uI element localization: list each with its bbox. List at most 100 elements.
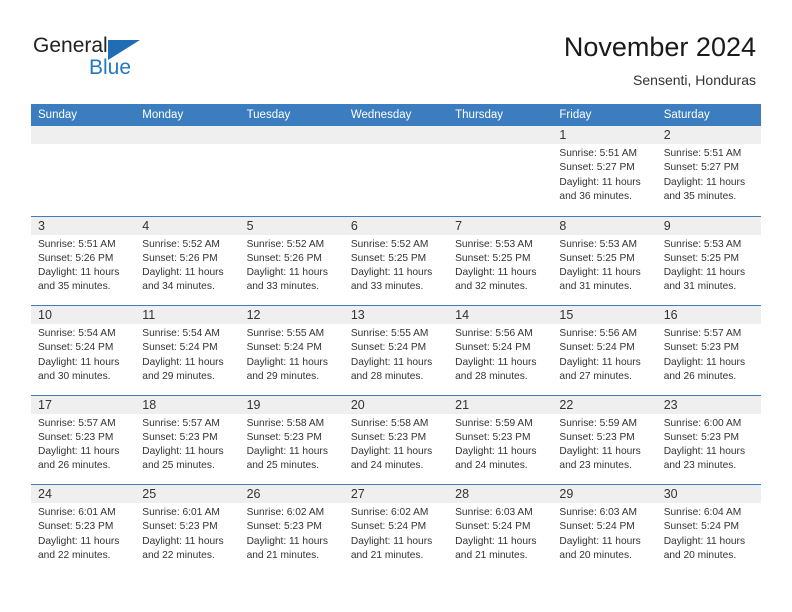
day-number-band: 8 bbox=[552, 216, 657, 235]
day-details: Sunrise: 6:02 AM Sunset: 5:23 PM Daylight:… bbox=[240, 503, 344, 563]
calendar-day-cell[interactable]: 16 Sunrise: 5:57 AM Sunset: 5:23 PM Dayligh… bbox=[656, 306, 761, 395]
sunset-time: Sunset: 5:24 PM bbox=[559, 342, 635, 354]
sunset-time: Sunset: 5:24 PM bbox=[142, 342, 218, 354]
calendar-week-row: 1 Sunrise: 5:51 AM Sunset: 5:27 PM Daylight… bbox=[31, 126, 761, 216]
calendar-day-cell[interactable]: 2 Sunrise: 5:51 AM Sunset: 5:27 PM Daylight… bbox=[656, 126, 761, 216]
calendar-day-cell[interactable]: 14 Sunrise: 5:56 AM Sunset: 5:24 PM Dayligh… bbox=[448, 306, 553, 395]
calendar-day-cell[interactable]: 5 Sunrise: 5:52 AM Sunset: 5:26 PM Daylight… bbox=[239, 216, 344, 305]
day-details: Sunrise: 5:57 AM Sunset: 5:23 PM Daylight:… bbox=[135, 414, 239, 474]
day-number-band: 4 bbox=[135, 216, 240, 235]
daylight-duration-line1: Daylight: 11 hours bbox=[663, 356, 746, 368]
sunset-time: Sunset: 5:25 PM bbox=[559, 252, 635, 264]
day-number-band: 5 bbox=[239, 216, 344, 235]
sunset-time: Sunset: 5:27 PM bbox=[559, 162, 635, 174]
calendar-day-cell[interactable]: 26 Sunrise: 6:02 AM Sunset: 5:23 PM Dayligh… bbox=[239, 485, 344, 574]
sunrise-time: Sunrise: 5:57 AM bbox=[142, 417, 220, 429]
calendar-day-cell[interactable]: 30 Sunrise: 6:04 AM Sunset: 5:24 PM Dayligh… bbox=[656, 485, 761, 574]
daylight-duration-line2: and 35 minutes. bbox=[38, 281, 111, 293]
page-subtitle: Sensenti, Honduras bbox=[633, 72, 756, 88]
day-number-band: 16 bbox=[656, 306, 761, 324]
calendar-day-cell[interactable]: 9 Sunrise: 5:53 AM Sunset: 5:25 PM Daylight… bbox=[656, 216, 761, 305]
sunset-time: Sunset: 5:23 PM bbox=[38, 431, 114, 443]
daylight-duration-line1: Daylight: 11 hours bbox=[663, 176, 746, 188]
day-number: 7 bbox=[455, 218, 463, 233]
sunrise-time: Sunrise: 5:55 AM bbox=[350, 328, 429, 339]
calendar-day-cell[interactable]: 29 Sunrise: 6:03 AM Sunset: 5:24 PM Dayligh… bbox=[552, 485, 657, 574]
day-details: Sunrise: 5:58 AM Sunset: 5:23 PM Daylight:… bbox=[344, 414, 448, 474]
calendar-day-cell[interactable]: 11 Sunrise: 5:54 AM Sunset: 5:24 PM Dayligh… bbox=[135, 306, 240, 395]
calendar-day-cell[interactable]: 23 Sunrise: 6:00 AM Sunset: 5:23 PM Dayligh… bbox=[656, 395, 761, 484]
sunset-time: Sunset: 5:25 PM bbox=[455, 252, 531, 264]
calendar-day-cell[interactable]: 3 Sunrise: 5:51 AM Sunset: 5:26 PM Daylight… bbox=[31, 216, 136, 305]
day-details: Sunrise: 5:52 AM Sunset: 5:25 PM Daylight:… bbox=[344, 235, 448, 295]
day-number-band: 26 bbox=[239, 485, 344, 503]
calendar-day-cell[interactable]: 22 Sunrise: 5:59 AM Sunset: 5:23 PM Dayligh… bbox=[552, 395, 657, 484]
sunrise-time: Sunrise: 5:59 AM bbox=[559, 417, 637, 429]
day-details: Sunrise: 5:56 AM Sunset: 5:24 PM Daylight:… bbox=[552, 324, 656, 384]
daylight-duration-line2: and 34 minutes. bbox=[142, 281, 215, 293]
daylight-duration-line1: Daylight: 11 hours bbox=[663, 446, 746, 458]
calendar-day-cell[interactable]: 10 Sunrise: 5:54 AM Sunset: 5:24 PM Dayligh… bbox=[31, 306, 136, 395]
day-number: 26 bbox=[246, 487, 261, 501]
weekday-header-row: Sunday Monday Tuesday Wednesday Thursday… bbox=[31, 104, 761, 126]
sunset-time: Sunset: 5:24 PM bbox=[559, 521, 635, 533]
calendar-day-cell[interactable]: 15 Sunrise: 5:56 AM Sunset: 5:24 PM Dayligh… bbox=[552, 306, 657, 395]
daylight-duration-line2: and 25 minutes. bbox=[142, 460, 215, 472]
calendar-day-cell[interactable]: 25 Sunrise: 6:01 AM Sunset: 5:23 PM Dayligh… bbox=[135, 485, 240, 574]
calendar-day-cell[interactable]: 7 Sunrise: 5:53 AM Sunset: 5:25 PM Daylight… bbox=[448, 216, 553, 305]
daylight-duration-line1: Daylight: 11 hours bbox=[663, 267, 746, 279]
daylight-duration-line1: Daylight: 11 hours bbox=[246, 267, 328, 279]
day-number-band bbox=[448, 126, 553, 144]
daylight-duration-line2: and 22 minutes. bbox=[142, 549, 215, 561]
calendar-day-cell[interactable]: 19 Sunrise: 5:58 AM Sunset: 5:23 PM Dayligh… bbox=[239, 395, 344, 484]
daylight-duration-line2: and 31 minutes. bbox=[663, 281, 737, 293]
sunset-time: Sunset: 5:24 PM bbox=[350, 521, 427, 533]
calendar-day-cell[interactable]: 1 Sunrise: 5:51 AM Sunset: 5:27 PM Daylight… bbox=[552, 126, 657, 216]
calendar-day-cell[interactable]: 18 Sunrise: 5:57 AM Sunset: 5:23 PM Dayligh… bbox=[135, 395, 240, 484]
calendar-day-cell[interactable]: 21 Sunrise: 5:59 AM Sunset: 5:23 PM Dayligh… bbox=[448, 395, 553, 484]
day-number-band: 15 bbox=[552, 306, 657, 324]
day-details: Sunrise: 5:52 AM Sunset: 5:26 PM Daylight:… bbox=[135, 235, 239, 295]
calendar-day-cell-empty bbox=[448, 126, 553, 216]
sunrise-time: Sunrise: 6:01 AM bbox=[38, 507, 116, 518]
calendar-day-cell[interactable]: 17 Sunrise: 5:57 AM Sunset: 5:23 PM Dayligh… bbox=[31, 395, 136, 484]
sunset-time: Sunset: 5:24 PM bbox=[38, 342, 114, 354]
day-number: 29 bbox=[559, 487, 574, 501]
calendar-day-cell[interactable]: 12 Sunrise: 5:55 AM Sunset: 5:24 PM Dayligh… bbox=[239, 306, 344, 395]
day-details: Sunrise: 5:52 AM Sunset: 5:26 PM Daylight:… bbox=[240, 235, 344, 295]
sunrise-time: Sunrise: 6:04 AM bbox=[663, 507, 742, 518]
sunrise-time: Sunrise: 6:00 AM bbox=[663, 417, 742, 429]
sunrise-time: Sunrise: 5:54 AM bbox=[38, 328, 116, 339]
day-details: Sunrise: 5:57 AM Sunset: 5:23 PM Daylight:… bbox=[31, 414, 135, 474]
calendar-day-cell[interactable]: 28 Sunrise: 6:03 AM Sunset: 5:24 PM Dayligh… bbox=[448, 485, 553, 574]
calendar-day-cell[interactable]: 27 Sunrise: 6:02 AM Sunset: 5:24 PM Dayligh… bbox=[343, 485, 449, 574]
day-number-band: 2 bbox=[656, 126, 761, 144]
day-number: 22 bbox=[559, 397, 574, 412]
calendar-week-row: 24 Sunrise: 6:01 AM Sunset: 5:23 PM Dayligh… bbox=[31, 484, 761, 574]
calendar-day-cell[interactable]: 6 Sunrise: 5:52 AM Sunset: 5:25 PM Daylight… bbox=[343, 216, 449, 305]
sunset-time: Sunset: 5:24 PM bbox=[350, 342, 427, 354]
calendar-day-cell[interactable]: 4 Sunrise: 5:52 AM Sunset: 5:26 PM Daylight… bbox=[135, 216, 240, 305]
sunset-time: Sunset: 5:25 PM bbox=[663, 252, 740, 264]
day-details: Sunrise: 5:51 AM Sunset: 5:27 PM Daylight:… bbox=[657, 144, 761, 204]
day-details: Sunrise: 5:54 AM Sunset: 5:24 PM Daylight:… bbox=[135, 324, 239, 384]
sunrise-time: Sunrise: 5:56 AM bbox=[559, 328, 637, 339]
calendar-day-cell[interactable]: 13 Sunrise: 5:55 AM Sunset: 5:24 PM Dayligh… bbox=[343, 306, 449, 395]
calendar-day-cell[interactable]: 24 Sunrise: 6:01 AM Sunset: 5:23 PM Dayligh… bbox=[31, 485, 136, 574]
calendar-weeks: 1 Sunrise: 5:51 AM Sunset: 5:27 PM Daylight… bbox=[31, 126, 761, 574]
day-number: 10 bbox=[38, 308, 52, 322]
day-number-band: 10 bbox=[31, 306, 136, 324]
sunrise-time: Sunrise: 5:52 AM bbox=[350, 238, 429, 250]
calendar-day-cell[interactable]: 20 Sunrise: 5:58 AM Sunset: 5:23 PM Dayligh… bbox=[343, 395, 449, 484]
sunset-time: Sunset: 5:23 PM bbox=[38, 521, 114, 533]
day-number-band: 25 bbox=[135, 485, 240, 503]
sunset-time: Sunset: 5:24 PM bbox=[455, 521, 531, 533]
brand-logo[interactable]: General Blue bbox=[33, 34, 213, 84]
calendar-day-cell[interactable]: 8 Sunrise: 5:53 AM Sunset: 5:25 PM Daylight… bbox=[552, 216, 657, 305]
page-header: General Blue November 2024 Sensenti, Hon… bbox=[0, 0, 792, 100]
daylight-duration-line2: and 29 minutes. bbox=[246, 370, 320, 382]
sunset-time: Sunset: 5:24 PM bbox=[455, 342, 531, 354]
sunrise-time: Sunrise: 5:52 AM bbox=[246, 238, 325, 250]
sunrise-time: Sunrise: 5:52 AM bbox=[142, 238, 220, 250]
sunrise-time: Sunrise: 5:56 AM bbox=[455, 328, 533, 339]
